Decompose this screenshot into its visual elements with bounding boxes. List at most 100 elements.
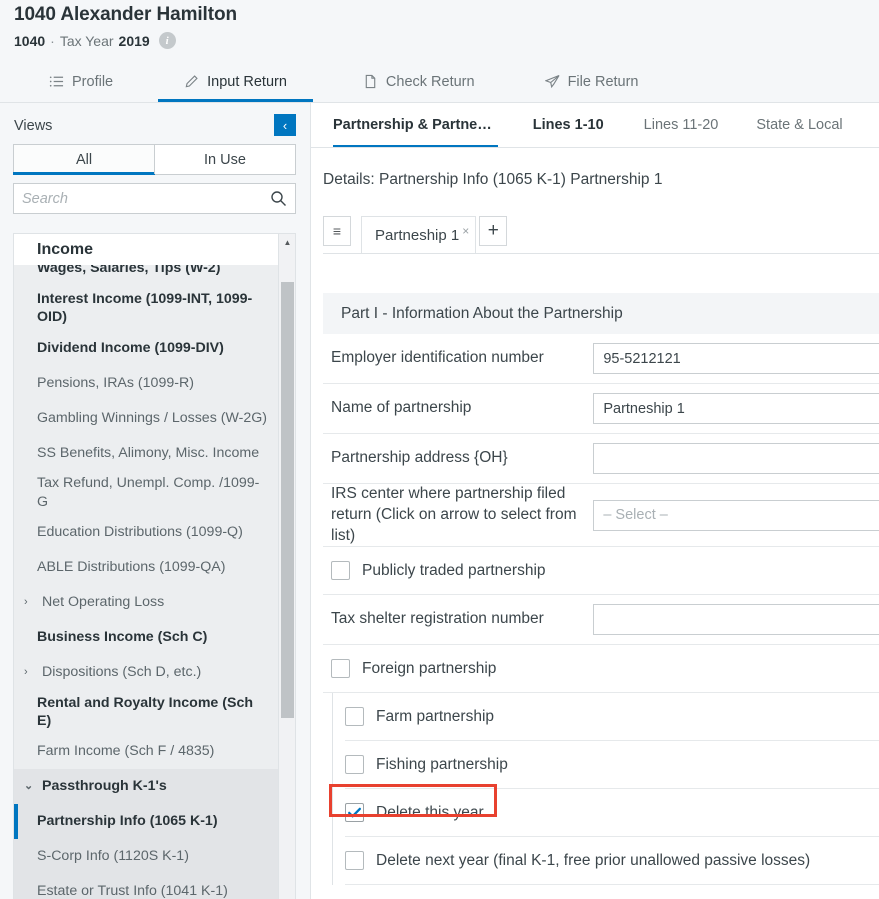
sidebar-item-label: Pensions, IRAs (1099-R) (37, 374, 194, 392)
sidebar: Views ‹ All In Use Income Wages, Salarie… (0, 103, 310, 899)
document-icon (363, 74, 378, 89)
checkbox-label: Publicly traded partnership (362, 562, 546, 580)
nested-checkbox-group: Farm partnershipFishing partnershipDelet… (332, 693, 879, 885)
chevron-down-icon[interactable]: ⌄ (24, 781, 34, 792)
views-nav-panel: Income Wages, Salaries, Tips (W-2) Intere… (13, 233, 296, 899)
nav-tab-profile-label: Profile (72, 74, 113, 90)
main-navigation: Profile Input Return Check Return File R… (0, 61, 879, 103)
sheet-menu-button[interactable]: ≡ (323, 216, 351, 246)
input-name-of-partnership[interactable] (593, 393, 879, 424)
nav-tab-input-return[interactable]: Input Return (180, 61, 291, 102)
field-label: Tax shelter registration number (331, 609, 593, 630)
field-label: Partnership address {OH} (331, 448, 593, 469)
sidebar-item-education-distributions-1099-q[interactable]: Education Distributions (1099-Q) (14, 515, 280, 550)
sidebar-item-interest-income-1099-int-1099-oid[interactable]: Interest Income (1099-INT, 1099-OID) (14, 286, 280, 330)
search-box (13, 183, 296, 214)
sidebar-item-passthrough-k-1-s[interactable]: ⌄Passthrough K-1's (14, 769, 280, 804)
tab-state-local[interactable]: State & Local (756, 103, 842, 147)
sidebar-item-estate-or-trust-info-1041-k-1[interactable]: Estate or Trust Info (1041 K-1) (14, 874, 280, 899)
sidebar-scrollbar[interactable]: ▲ (278, 234, 295, 899)
sidebar-item-label: Gambling Winnings / Losses (W-2G) (37, 409, 267, 427)
sidebar-item-able-distributions-1099-qa[interactable]: ABLE Distributions (1099-QA) (14, 550, 280, 585)
nav-tab-file-return-label: File Return (568, 74, 639, 90)
paper-plane-icon (545, 74, 560, 89)
scroll-up-icon[interactable]: ▲ (279, 234, 296, 251)
input-employer-identification-number[interactable] (593, 343, 879, 374)
sidebar-item-label: Tax Refund, Unempl. Comp. /1099-G (37, 474, 270, 510)
sidebar-item-pensions-iras-1099-r[interactable]: Pensions, IRAs (1099-R) (14, 365, 280, 400)
sidebar-item-label: S-Corp Info (1120S K-1) (37, 847, 189, 865)
checkbox-icon[interactable] (345, 707, 364, 726)
checkbox-icon[interactable] (331, 561, 350, 580)
sidebar-item-label: Dividend Income (1099-DIV) (37, 339, 224, 357)
sidebar-item-dividend-income-1099-div[interactable]: Dividend Income (1099-DIV) (14, 330, 280, 365)
checkbox-icon[interactable] (331, 659, 350, 678)
sidebar-item-label: Wages, Salaries, Tips (W-2) (37, 265, 220, 278)
search-icon[interactable] (270, 190, 287, 207)
form-code: 1040 (14, 33, 45, 49)
sidebar-item-label: Estate or Trust Info (1041 K-1) (37, 882, 228, 899)
page-title: 1040 Alexander Hamilton (14, 4, 237, 26)
tab-label: Lines 1-10 (533, 117, 604, 133)
tab-lines-1-10[interactable]: Lines 1-10 (533, 103, 604, 147)
return-subtitle: 1040 · Tax Year 2019 i (14, 32, 176, 49)
nav-tab-file-return[interactable]: File Return (541, 61, 643, 102)
nav-group-income[interactable]: Income (14, 234, 280, 265)
sheet-tab-partnership-1[interactable]: Partneship 1 × (361, 216, 476, 253)
application-window: 1040 Alexander Hamilton 1040 · Tax Year … (0, 0, 879, 899)
checkbox-label: Foreign partnership (362, 660, 496, 678)
sidebar-item-rental-and-royalty-income-sch-e[interactable]: Rental and Royalty Income (Sch E) (14, 690, 280, 734)
checkbox-icon[interactable] (345, 755, 364, 774)
sidebar-item-label: Business Income (Sch C) (37, 628, 207, 646)
search-input[interactable] (22, 191, 270, 207)
sidebar-item-dispositions-sch-d-etc[interactable]: ›Dispositions (Sch D, etc.) (14, 655, 280, 690)
nav-tab-profile[interactable]: Profile (45, 61, 117, 102)
checkbox-icon[interactable] (345, 851, 364, 870)
sidebar-item-net-operating-loss[interactable]: ›Net Operating Loss (14, 585, 280, 620)
close-icon[interactable]: × (462, 224, 469, 238)
sidebar-item-wages-salaries-tips-w-2[interactable]: Wages, Salaries, Tips (W-2) (14, 265, 280, 286)
checkbox-row-foreign-partnership[interactable]: Foreign partnership (323, 645, 879, 693)
sidebar-item-s-corp-info-1120s-k-1[interactable]: S-Corp Info (1120S K-1) (14, 839, 280, 874)
checkbox-label: Farm partnership (376, 708, 494, 726)
sidebar-collapse-button[interactable]: ‹ (274, 114, 296, 136)
field-row-partnership-address-oh: Partnership address {OH} (323, 434, 879, 484)
info-icon[interactable]: i (159, 32, 176, 49)
chevron-right-icon[interactable]: › (24, 597, 34, 608)
input-partnership-address-oh[interactable] (593, 443, 879, 474)
sidebar-item-gambling-winnings-losses-w-2g[interactable]: Gambling Winnings / Losses (W-2G) (14, 400, 280, 435)
checkbox-row-publicly-traded-partnership[interactable]: Publicly traded partnership (323, 547, 879, 595)
pencil-icon (184, 74, 199, 89)
tab-label: Partnership & Partne… (333, 117, 492, 133)
scrollbar-thumb[interactable] (281, 282, 294, 718)
views-label: Views (14, 118, 52, 134)
input-tax-shelter-registration-number[interactable] (593, 604, 879, 635)
views-toggle-in-use[interactable]: In Use (154, 145, 295, 174)
sidebar-item-ss-benefits-alimony-misc-income[interactable]: SS Benefits, Alimony, Misc. Income (14, 435, 280, 470)
sidebar-item-farm-income-sch-f-4835[interactable]: Farm Income (Sch F / 4835) (14, 734, 280, 769)
tab-partnership-partne[interactable]: Partnership & Partne… (333, 103, 498, 147)
subtitle-separator: · (50, 33, 55, 49)
checkbox-row-fishing-partnership[interactable]: Fishing partnership (345, 741, 879, 789)
content-area: Partnership & Partne… Lines 1-10 Lines 11-… (310, 103, 879, 899)
checkbox-row-farm-partnership[interactable]: Farm partnership (345, 693, 879, 741)
sidebar-item-partnership-info-1065-k-1[interactable]: Partnership Info (1065 K-1) (14, 804, 280, 839)
sidebar-item-business-income-sch-c[interactable]: Business Income (Sch C) (14, 620, 280, 655)
chevron-right-icon[interactable]: › (24, 667, 34, 678)
select-irs-center-where-partnership-filed-return-clic[interactable]: – Select – (593, 500, 879, 531)
checkbox-checked-icon[interactable] (345, 803, 364, 822)
add-sheet-button[interactable]: + (479, 216, 507, 246)
field-row-irs-center-where-partnership-filed-return-clic: IRS center where partnership filed retur… (323, 484, 879, 547)
checkbox-row-delete-next-year-final-k-1-free-prior-unallowe[interactable]: Delete next year (final K-1, free prior … (345, 837, 879, 885)
nav-tab-input-return-label: Input Return (207, 74, 287, 90)
checkbox-row-delete-this-year[interactable]: Delete this year (345, 789, 879, 837)
sidebar-item-tax-refund-unempl-comp-1099-g[interactable]: Tax Refund, Unempl. Comp. /1099-G (14, 470, 280, 514)
nav-scroll-region: Wages, Salaries, Tips (W-2) Interest Inco… (14, 265, 280, 899)
tab-label: State & Local (756, 117, 842, 133)
sidebar-item-label: Farm Income (Sch F / 4835) (37, 742, 214, 760)
views-row: Views ‹ (14, 117, 296, 141)
sheet-tab-strip: ≡ Partneship 1 × + (323, 216, 879, 254)
nav-tab-check-return[interactable]: Check Return (359, 61, 479, 102)
views-toggle-all[interactable]: All (14, 145, 154, 174)
tab-lines-11-20[interactable]: Lines 11-20 (644, 103, 719, 147)
